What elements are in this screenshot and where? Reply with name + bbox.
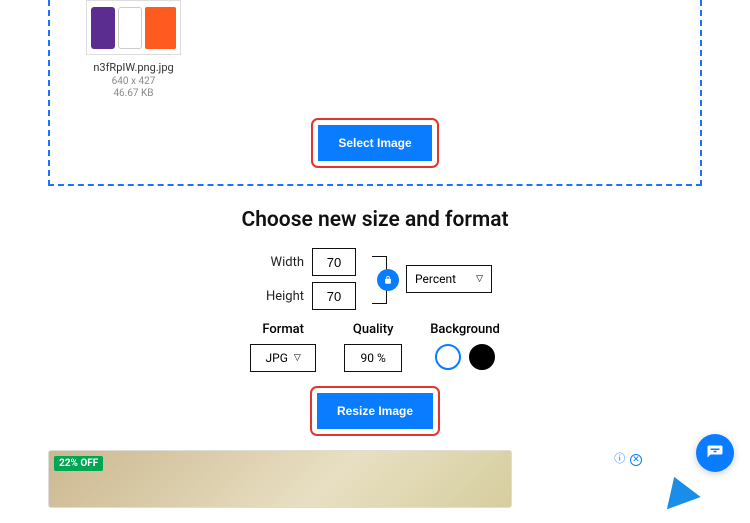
height-label: Height — [258, 289, 304, 304]
chevron-down-icon: ▽ — [476, 274, 483, 284]
width-input[interactable] — [312, 248, 356, 276]
resize-highlight: Resize Image — [310, 386, 440, 436]
ad-controls: ⓘ ✕ — [614, 450, 642, 466]
unit-select[interactable]: Percent ▽ — [406, 265, 492, 293]
resize-button[interactable]: Resize Image — [317, 393, 433, 429]
lock-icon[interactable] — [377, 269, 399, 291]
size-controls: Width Height Percent ▽ — [258, 248, 492, 310]
ad-banner[interactable]: 22% OFF — [48, 450, 512, 508]
background-black[interactable] — [469, 344, 495, 370]
quality-value: 90 — [361, 351, 375, 365]
format-label: Format — [262, 322, 304, 337]
ad-offer-badge: 22% OFF — [54, 456, 103, 471]
unit-value: Percent — [415, 272, 456, 286]
width-label: Width — [258, 255, 304, 270]
ad-info-icon[interactable]: ⓘ — [614, 452, 625, 465]
quality-input[interactable]: 90 % — [344, 344, 402, 372]
file-size: 46.67 KB — [86, 88, 181, 99]
file-dimensions: 640 x 427 — [86, 76, 181, 87]
select-image-button[interactable]: Select Image — [318, 125, 431, 161]
ad-region: ⓘ ✕ 22% OFF — [48, 450, 702, 508]
chevron-down-icon: ▽ — [294, 353, 301, 363]
format-select[interactable]: JPG ▽ — [250, 344, 316, 372]
background-white[interactable] — [435, 344, 461, 370]
uploaded-file: n3fRpIW.png.jpg 640 x 427 46.67 KB — [86, 0, 181, 99]
section-title: Choose new size and format — [0, 208, 750, 232]
file-thumbnail — [86, 0, 181, 55]
aspect-lock-bracket — [372, 250, 390, 308]
background-label: Background — [430, 322, 500, 337]
feedback-button[interactable] — [696, 434, 734, 472]
quality-suffix: % — [377, 351, 386, 365]
upload-dropzone[interactable]: n3fRpIW.png.jpg 640 x 427 46.67 KB Selec… — [48, 0, 702, 186]
ad-close-icon[interactable]: ✕ — [630, 454, 642, 466]
select-image-highlight: Select Image — [311, 118, 438, 168]
format-value: JPG — [266, 351, 288, 365]
height-input[interactable] — [312, 282, 356, 310]
file-name: n3fRpIW.png.jpg — [86, 61, 181, 74]
brand-logo — [655, 468, 710, 523]
quality-label: Quality — [353, 322, 394, 337]
